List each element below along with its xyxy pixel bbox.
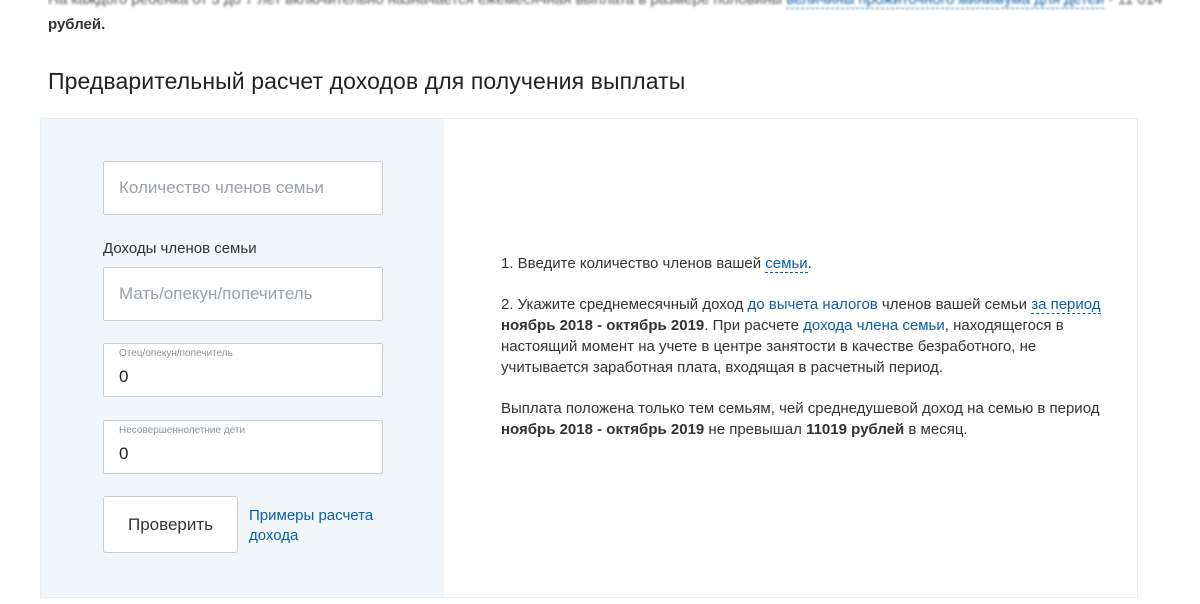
intro-link-subsistence[interactable]: величины прожиточного минимума для детей [786, 0, 1105, 9]
instruction-step-2: 2. Укажите среднемесячный доход до вычет… [501, 294, 1111, 378]
father-income-field: Отец/опекун/попечитель [103, 343, 383, 397]
family-count-field [103, 161, 383, 215]
step1-suffix: . [807, 255, 812, 272]
mother-income-field [103, 267, 383, 321]
intro-text: На каждого ребенка от 3 до 7 лет включит… [48, 0, 786, 8]
father-income-input[interactable] [104, 344, 382, 396]
note-mid: не превышал [704, 421, 807, 438]
step2-mid2: . При расчете [704, 317, 804, 334]
intro-tail: - 11 014 [1104, 0, 1162, 8]
intro-cut-bold: рублей. [48, 16, 106, 33]
check-button[interactable]: Проверить [103, 496, 238, 553]
instruction-step-1: 1. Введите количество членов вашей семьи… [501, 253, 1111, 274]
page-title: Предварительный расчет доходов для получ… [48, 68, 686, 94]
before-taxes-link[interactable]: до вычета налогов [748, 296, 878, 313]
note-period: ноябрь 2018 - октябрь 2019 [501, 421, 705, 438]
examples-link[interactable]: Примеры расчета дохода [249, 506, 399, 546]
period-range: ноябрь 2018 - октябрь 2019 [501, 317, 705, 334]
step2-mid: членов вашей семьи [877, 296, 1032, 313]
incomes-label: Доходы членов семьи [103, 240, 257, 257]
step2-text: 2. Укажите среднемесячный доход [501, 296, 748, 313]
instructions-panel: 1. Введите количество членов вашей семьи… [501, 253, 1111, 460]
note-suffix: в месяц. [904, 421, 968, 438]
children-income-input[interactable] [104, 421, 382, 473]
income-limit: 11019 рублей [806, 421, 905, 438]
member-income-link[interactable]: дохода члена семьи [803, 317, 945, 334]
children-income-field: Несовершеннолетние дети [103, 420, 383, 474]
family-count-input[interactable] [104, 162, 382, 214]
period-link[interactable]: за период [1031, 296, 1101, 314]
eligibility-note: Выплата положена только тем семьям, чей … [501, 398, 1111, 440]
intro-cut-line: На каждого ребенка от 3 до 7 лет включит… [48, 0, 1200, 10]
income-calculator: Доходы членов семьи Отец/опекун/попечите… [40, 118, 1138, 598]
mother-income-input[interactable] [104, 268, 382, 320]
step1-text: 1. Введите количество членов вашей [501, 255, 766, 272]
calculator-form-panel: Доходы членов семьи Отец/опекун/попечите… [41, 119, 444, 597]
family-definition-link[interactable]: семьи [765, 255, 808, 273]
note-text: Выплата положена только тем семьям, чей … [501, 400, 1100, 417]
